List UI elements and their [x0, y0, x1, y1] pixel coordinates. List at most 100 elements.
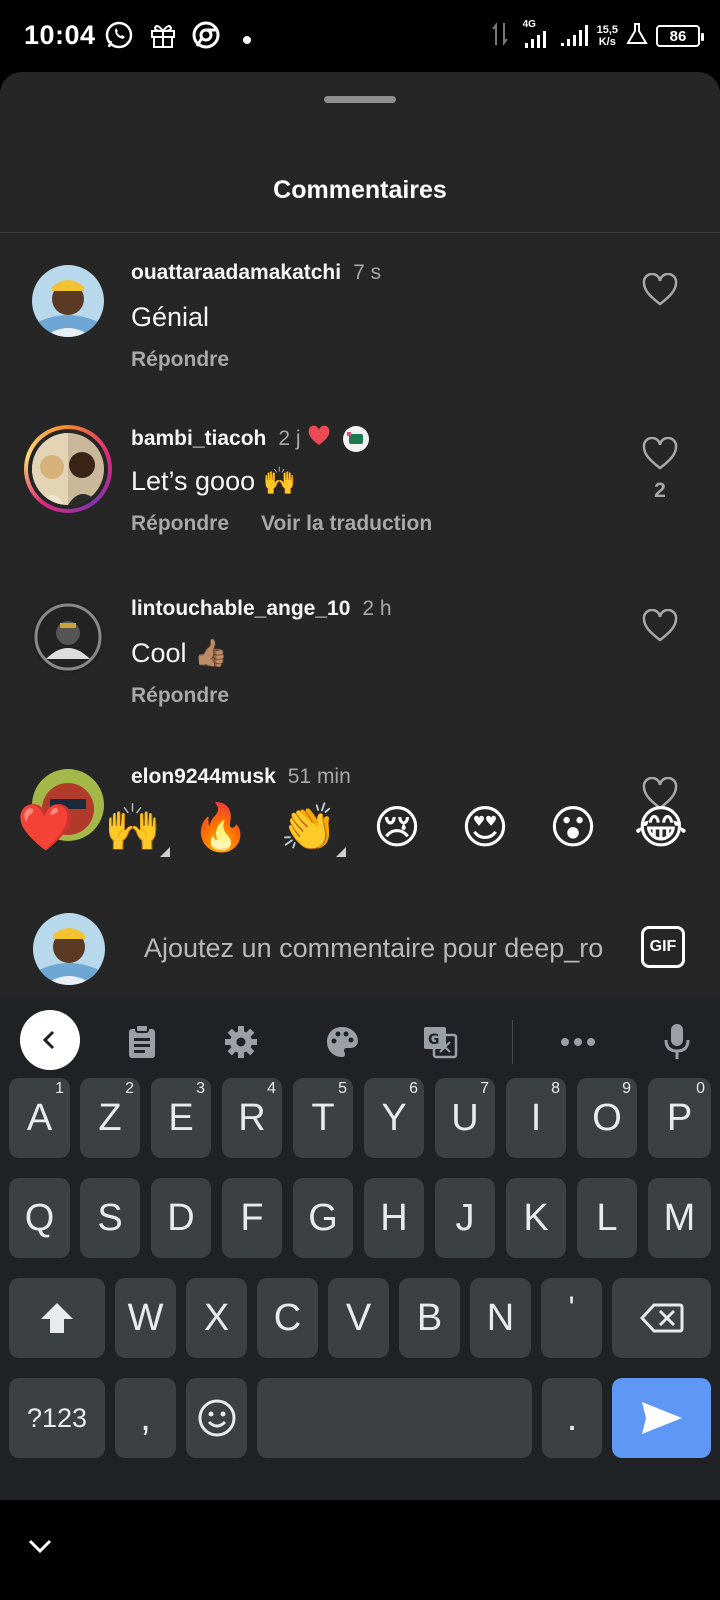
- reply-button[interactable]: Répondre: [131, 348, 229, 372]
- like-count: 2: [654, 479, 666, 502]
- comment-item: bambi_tiacoh 2 j Let’s gooo 🙌 Répondre V…: [0, 401, 720, 569]
- comment-username[interactable]: elon9244musk: [131, 765, 276, 789]
- clipboard-icon[interactable]: [112, 1012, 172, 1072]
- sheet-title: Commentaires: [273, 176, 447, 204]
- key-e[interactable]: E3: [151, 1078, 211, 1158]
- drag-handle[interactable]: [324, 96, 396, 103]
- comment-username[interactable]: ouattaraadamakatchi: [131, 261, 341, 285]
- settings-gear-icon[interactable]: [211, 1012, 271, 1072]
- shift-key[interactable]: [9, 1278, 105, 1358]
- gif-button[interactable]: GIF: [641, 926, 685, 968]
- toolbar-separator: [512, 1020, 513, 1064]
- avatar: [32, 433, 104, 505]
- key-v[interactable]: V: [328, 1278, 389, 1358]
- flask-icon: [626, 22, 648, 51]
- shift-arrow-icon: [41, 1303, 73, 1333]
- key-a[interactable]: A1: [9, 1078, 70, 1158]
- reply-button[interactable]: Répondre: [131, 684, 229, 708]
- status-indicators: 4G 15,5 K/s 86: [491, 18, 704, 54]
- story-ring[interactable]: [24, 425, 112, 513]
- period-key[interactable]: .: [542, 1378, 602, 1458]
- microphone-icon[interactable]: [647, 1012, 707, 1072]
- emoji-clapping-hands[interactable]: 👏: [279, 797, 339, 857]
- key-apostrophe[interactable]: ': [541, 1278, 602, 1358]
- heart-icon[interactable]: [642, 436, 678, 471]
- key-k[interactable]: K: [506, 1178, 566, 1258]
- backspace-key[interactable]: [612, 1278, 711, 1358]
- backspace-icon: [639, 1303, 683, 1333]
- comment-username[interactable]: bambi_tiacoh: [131, 427, 266, 451]
- key-p[interactable]: P0: [648, 1078, 711, 1158]
- signal-4g-icon: 4G: [517, 19, 551, 51]
- chrome-icon: [191, 20, 221, 55]
- hide-keyboard-chevron-icon[interactable]: [28, 1538, 52, 1559]
- comment-username[interactable]: lintouchable_ange_10: [131, 597, 350, 621]
- heart-icon[interactable]: [642, 272, 678, 307]
- signal-icon: [559, 19, 589, 54]
- heart-icon[interactable]: [642, 608, 678, 643]
- key-z[interactable]: Z2: [80, 1078, 140, 1158]
- key-g[interactable]: G: [293, 1178, 353, 1258]
- keyboard-toolbar: G: [0, 998, 720, 1078]
- key-l[interactable]: L: [577, 1178, 637, 1258]
- key-b[interactable]: B: [399, 1278, 460, 1358]
- emoji-surprised[interactable]: 😮: [543, 797, 603, 857]
- emoji-reaction-bar: ❤️ 🙌 🔥 👏 😢 😍 😮 😂: [0, 797, 720, 873]
- comment-input[interactable]: Ajoutez un commentaire pour deep_ro: [144, 933, 608, 964]
- key-j[interactable]: J: [435, 1178, 495, 1258]
- see-translation-button[interactable]: Voir la traduction: [261, 512, 432, 536]
- spacebar[interactable]: [257, 1378, 532, 1458]
- emoji-raising-hands[interactable]: 🙌: [103, 797, 163, 857]
- emoji-fire[interactable]: 🔥: [191, 797, 251, 857]
- emoji-laughing[interactable]: 😂: [631, 797, 691, 857]
- key-f[interactable]: F: [222, 1178, 282, 1258]
- key-r[interactable]: R4: [222, 1078, 282, 1158]
- emoji-heart[interactable]: ❤️: [16, 797, 76, 857]
- comment-time: 7 s: [353, 261, 382, 284]
- emoji-key[interactable]: [186, 1378, 247, 1458]
- reply-button[interactable]: Répondre: [131, 512, 229, 536]
- symbols-key[interactable]: ?123: [9, 1378, 105, 1458]
- key-x[interactable]: X: [186, 1278, 247, 1358]
- status-time: 10:04: [24, 20, 96, 50]
- key-t[interactable]: T5: [293, 1078, 353, 1158]
- comment-list[interactable]: ouattaraadamakatchi 7 s Génial Répondre …: [0, 233, 720, 869]
- key-q[interactable]: Q: [9, 1178, 70, 1258]
- theme-palette-icon[interactable]: [312, 1012, 372, 1072]
- svg-text:G: G: [428, 1032, 440, 1048]
- key-s[interactable]: S: [80, 1178, 140, 1258]
- key-y[interactable]: Y6: [364, 1078, 424, 1158]
- key-c[interactable]: C: [257, 1278, 318, 1358]
- more-options-icon[interactable]: [548, 1012, 608, 1072]
- skin-tone-indicator: [160, 847, 170, 857]
- comment-text: Cool 👍🏽: [131, 638, 228, 668]
- whatsapp-icon: [104, 20, 134, 55]
- comment-text: Let’s gooo 🙌: [131, 466, 297, 496]
- comma-key[interactable]: ,: [115, 1378, 176, 1458]
- emoji-crying[interactable]: 😢: [367, 797, 427, 857]
- key-o[interactable]: O9: [577, 1078, 637, 1158]
- key-m[interactable]: M: [648, 1178, 711, 1258]
- avatar[interactable]: [32, 601, 104, 673]
- key-w[interactable]: W: [115, 1278, 176, 1358]
- comment-item: lintouchable_ange_10 2 h Cool 👍🏽 Répondr…: [0, 569, 720, 737]
- comment-item: ouattaraadamakatchi 7 s Génial Répondre: [0, 233, 720, 401]
- gift-icon: [148, 20, 178, 55]
- back-chevron-icon[interactable]: [20, 1010, 80, 1070]
- data-transfer-icon: [491, 21, 509, 52]
- avatar[interactable]: [32, 265, 104, 337]
- send-arrow-icon: [641, 1402, 682, 1434]
- send-key[interactable]: [612, 1378, 711, 1458]
- comment-time: 2 h: [362, 597, 392, 620]
- key-d[interactable]: D: [151, 1178, 211, 1258]
- key-u[interactable]: U7: [435, 1078, 495, 1158]
- emoji-heart-eyes[interactable]: 😍: [455, 797, 515, 857]
- key-h[interactable]: H: [364, 1178, 424, 1258]
- keyboard: G A1 Z2 E3 R4 T5 Y6 U7 I8 O9 P0 Q S D F …: [0, 998, 720, 1500]
- key-i[interactable]: I8: [506, 1078, 566, 1158]
- comment-time: 51 min: [287, 765, 351, 788]
- smiley-icon: [198, 1399, 235, 1437]
- comment-time: 2 j: [278, 427, 301, 450]
- translate-icon[interactable]: G: [410, 1012, 470, 1072]
- key-n[interactable]: N: [470, 1278, 531, 1358]
